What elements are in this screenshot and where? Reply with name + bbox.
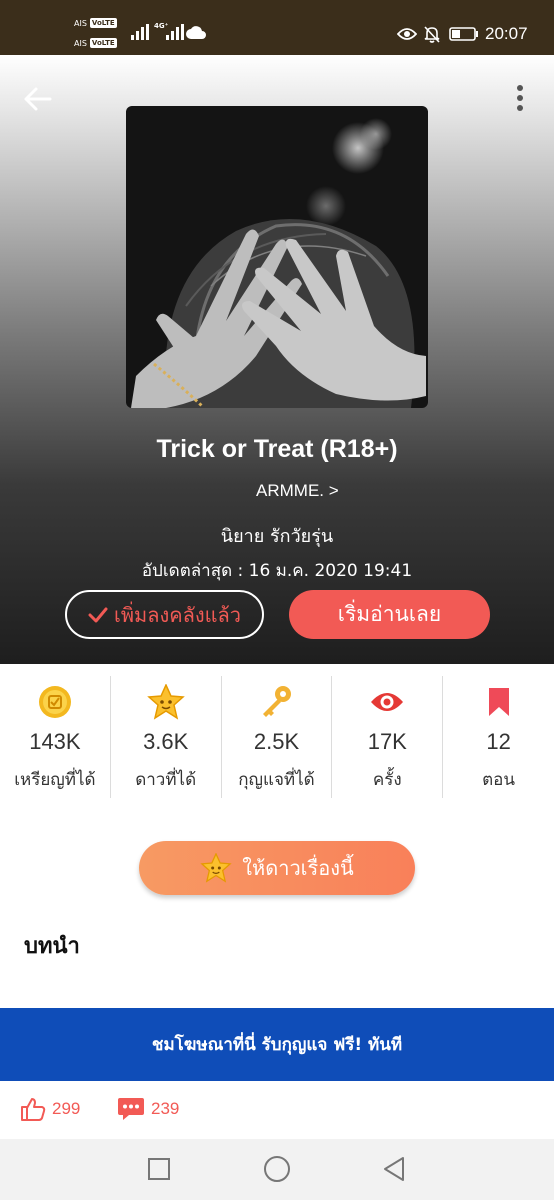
coin-icon — [38, 686, 71, 718]
give-star-label: ให้ดาวเรื่องนี้ — [242, 856, 354, 880]
more-vertical-icon[interactable] — [510, 83, 530, 113]
library-button-label: เพิ่มลงคลังแล้ว — [113, 602, 241, 627]
carrier-2-label: AIS — [74, 38, 87, 48]
eye-icon — [371, 693, 404, 711]
intro-heading: บทนำ — [24, 934, 80, 959]
signal-icon — [166, 24, 184, 40]
nav-back-icon[interactable] — [381, 1156, 407, 1182]
home-icon[interactable] — [263, 1155, 291, 1183]
like-count: 299 — [52, 1099, 81, 1118]
bookmark-icon — [488, 688, 509, 716]
star-icon — [146, 684, 185, 720]
star-icon — [200, 853, 232, 883]
stat-value: 12 — [486, 729, 511, 754]
novel-title: Trick or Treat (R18+) — [156, 435, 398, 463]
eye-icon — [397, 28, 417, 40]
stat-label: ดาวที่ได้ — [135, 770, 197, 790]
stat-label: กุญแจที่ได้ — [238, 770, 315, 790]
stat-views: 17K ครั้ง — [332, 676, 444, 798]
comment-count: 239 — [151, 1099, 180, 1118]
back-arrow-icon[interactable] — [22, 83, 54, 115]
give-star-button[interactable]: ให้ดาวเรื่องนี้ — [139, 841, 415, 895]
recent-apps-icon[interactable] — [147, 1157, 171, 1181]
like-button[interactable]: 299 — [20, 1097, 80, 1121]
battery-icon — [449, 27, 478, 41]
read-button-label: เริ่มอ่านเลย — [337, 602, 442, 626]
stat-coins: 143K เหรียญที่ได้ — [0, 676, 111, 798]
carrier-2: AIS VoLTE — [74, 38, 117, 48]
add-to-library-button[interactable]: เพิ่มลงคลังแล้ว — [65, 590, 264, 639]
cover-image[interactable] — [126, 106, 428, 408]
stat-stars: 3.6K ดาวที่ได้ — [111, 676, 222, 798]
social-bar: 299 239 — [0, 1081, 554, 1139]
comment-button[interactable]: 239 — [117, 1097, 179, 1121]
stats-row: 143K เหรียญที่ได้ 3.6K ดาวที่ได้ 2.5K กุ… — [0, 676, 554, 798]
novel-header: Trick or Treat (R18+) ARMME. > นิยาย รัก… — [0, 55, 554, 664]
stat-value: 17K — [367, 729, 407, 754]
volte-badge: VoLTE — [89, 18, 117, 28]
genre-label: นิยาย รักวัยรุ่น — [220, 526, 334, 547]
stat-value: 3.6K — [143, 729, 189, 754]
clock: 20:07 — [485, 24, 528, 43]
last-updated: อัปเดตล่าสุด : 16 ม.ค. 2020 19:41 — [141, 561, 413, 581]
check-icon — [88, 607, 108, 622]
stat-chapters: 12 ตอน — [443, 676, 554, 798]
ad-banner-text: ชมโฆษณาที่นี่ รับกุญแจ ฟรี! ทันที — [151, 1035, 403, 1055]
status-bar: AIS VoLTE AIS VoLTE 4G⁺ 20:07 — [0, 0, 554, 55]
stat-value: 2.5K — [253, 729, 300, 754]
ad-banner[interactable]: ชมโฆษณาที่นี่ รับกุญแจ ฟรี! ทันที — [0, 1008, 554, 1081]
thumbs-up-icon — [21, 1098, 46, 1121]
author-link[interactable]: ARMME. > — [256, 481, 339, 501]
stat-label: ตอน — [482, 770, 516, 790]
carrier-1-label: AIS — [74, 18, 87, 28]
stat-label: เหรียญที่ได้ — [14, 770, 96, 790]
start-reading-button[interactable]: เริ่มอ่านเลย — [289, 590, 490, 639]
volte-badge: VoLTE — [89, 38, 117, 48]
key-icon — [263, 686, 292, 717]
stat-keys: 2.5K กุญแจที่ได้ — [222, 676, 333, 798]
stat-value: 143K — [29, 729, 81, 754]
comment-icon — [118, 1098, 144, 1120]
cloud-icon — [186, 26, 206, 39]
signal-icon — [131, 24, 149, 40]
stat-label: ครั้ง — [372, 770, 402, 790]
carrier-1: AIS VoLTE — [74, 18, 117, 28]
system-nav-bar — [0, 1139, 554, 1200]
bell-off-icon — [424, 26, 440, 43]
